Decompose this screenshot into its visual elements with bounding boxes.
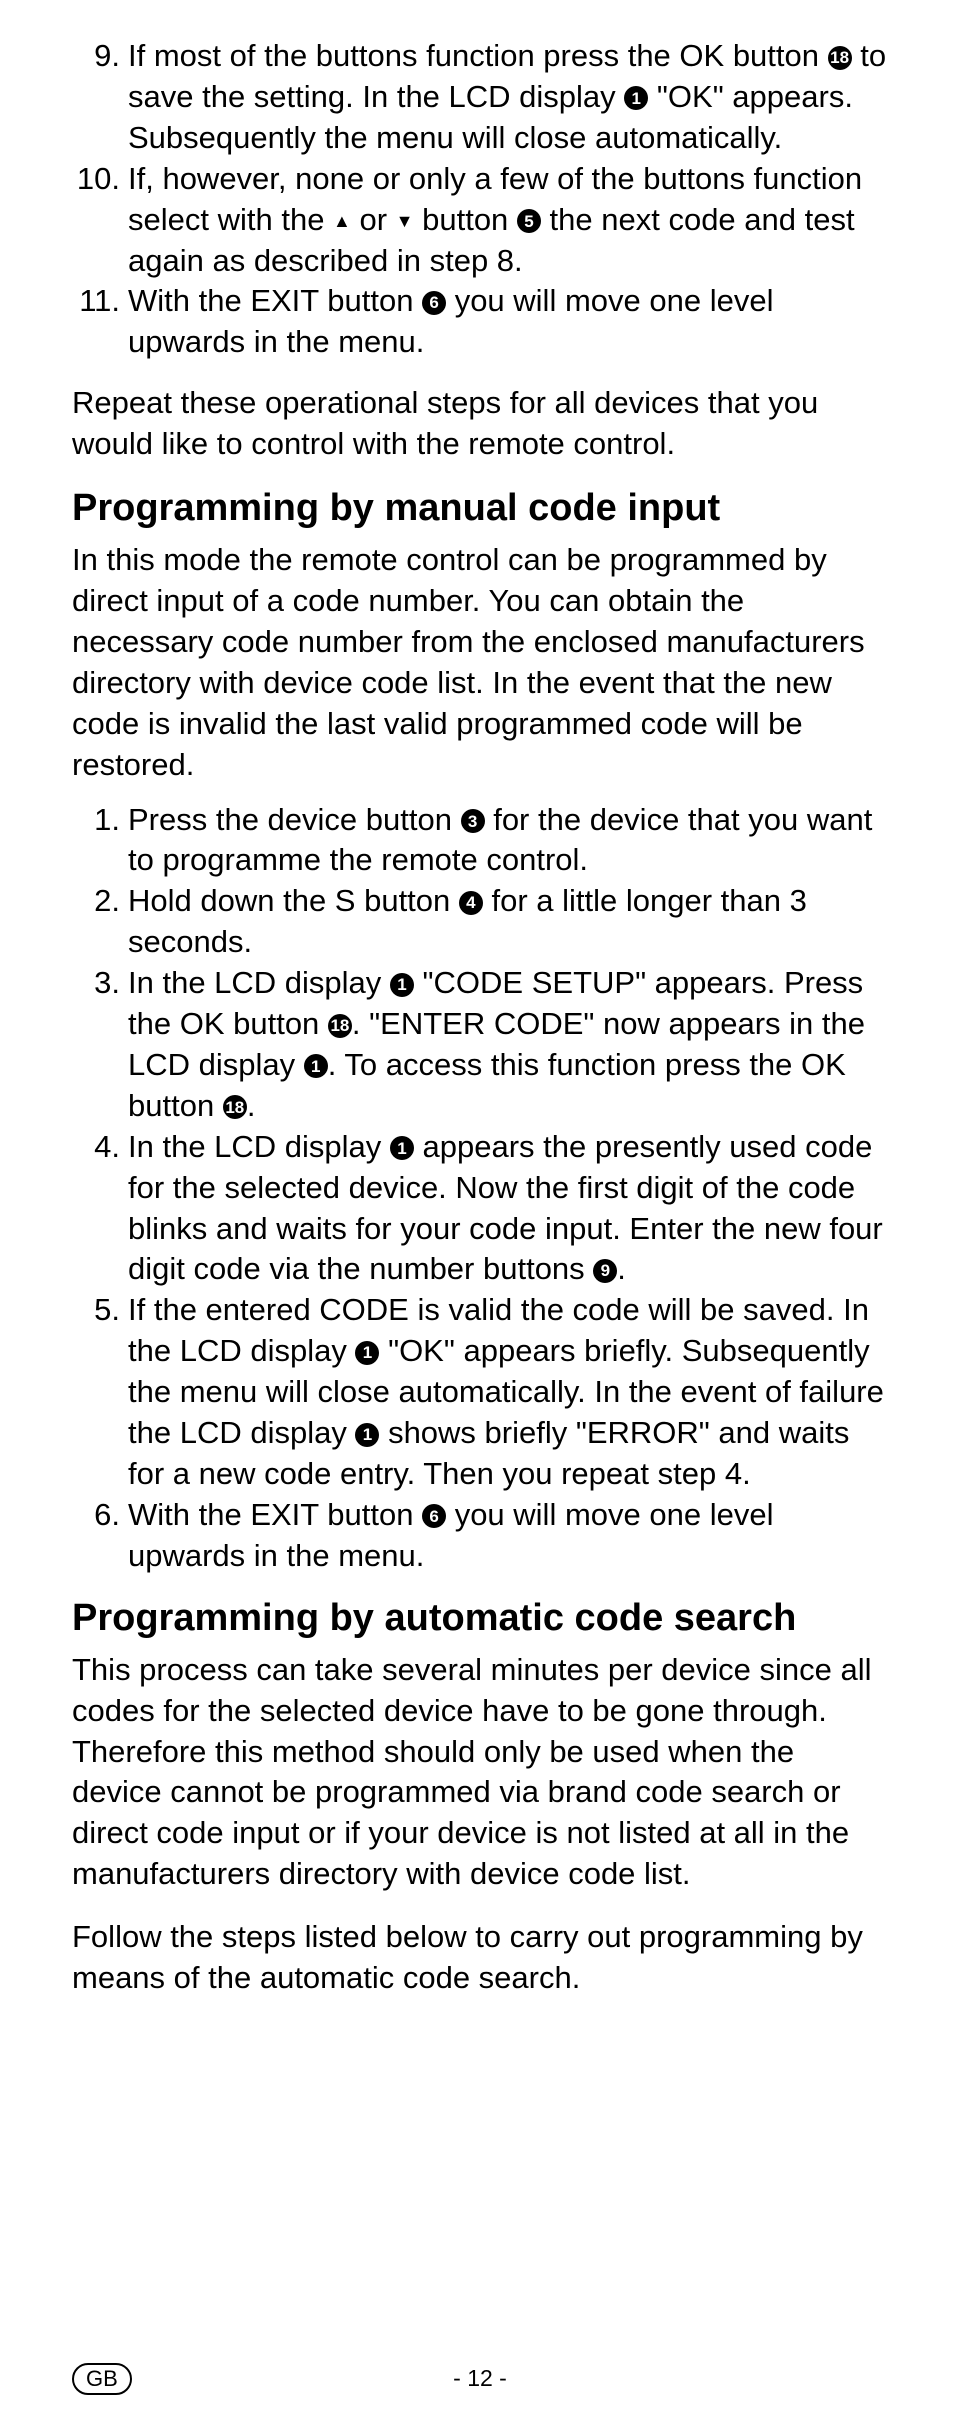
heading-auto: Programming by automatic code search [72, 1597, 888, 1640]
list-item: 6. With the EXIT button 6 you will move … [72, 1495, 888, 1577]
item-number: 6. [72, 1495, 120, 1577]
ref-num-icon: 6 [422, 291, 446, 315]
ref-num-icon: 3 [461, 809, 485, 833]
ref-num-icon: 18 [223, 1095, 247, 1119]
item-number: 5. [72, 1290, 120, 1495]
item-number: 4. [72, 1127, 120, 1291]
intro-auto: This process can take several minutes pe… [72, 1650, 888, 1895]
item-text: With the EXIT button 6 you will move one… [128, 1495, 888, 1577]
region-badge: GB [72, 2363, 132, 2395]
list-item: 3. In the LCD display 1 "CODE SETUP" app… [72, 963, 888, 1127]
page-number: - 12 - [453, 2365, 507, 2392]
ref-num-icon: 1 [355, 1423, 379, 1447]
page: 9. If most of the buttons function press… [0, 0, 960, 2436]
heading-manual: Programming by manual code input [72, 487, 888, 530]
page-footer: GB - 12 - [0, 2365, 960, 2392]
up-arrow-icon: ▲ [333, 211, 351, 231]
follow-para: Follow the steps listed below to carry o… [72, 1917, 888, 1999]
ref-num-icon: 1 [355, 1341, 379, 1365]
item-number: 3. [72, 963, 120, 1127]
list-item: 10. If, however, none or only a few of t… [72, 159, 888, 282]
item-text: Hold down the S button 4 for a little lo… [128, 881, 888, 963]
ref-num-icon: 9 [593, 1259, 617, 1283]
ref-num-icon: 1 [390, 1136, 414, 1160]
list-item: 2. Hold down the S button 4 for a little… [72, 881, 888, 963]
item-number: 1. [72, 800, 120, 882]
item-text: In the LCD display 1 appears the present… [128, 1127, 888, 1291]
list-item: 11. With the EXIT button 6 you will move… [72, 281, 888, 363]
item-text: With the EXIT button 6 you will move one… [128, 281, 888, 363]
ref-num-icon: 1 [624, 86, 648, 110]
item-text: Press the device button 3 for the device… [128, 800, 888, 882]
item-text: If, however, none or only a few of the b… [128, 159, 888, 282]
top-list: 9. If most of the buttons function press… [72, 36, 888, 363]
ref-num-icon: 4 [459, 891, 483, 915]
ref-num-icon: 1 [390, 973, 414, 997]
item-number: 10. [72, 159, 120, 282]
list-item: 4. In the LCD display 1 appears the pres… [72, 1127, 888, 1291]
ref-num-icon: 1 [304, 1054, 328, 1078]
list-item: 9. If most of the buttons function press… [72, 36, 888, 159]
intro-manual: In this mode the remote control can be p… [72, 540, 888, 785]
repeat-para: Repeat these operational steps for all d… [72, 383, 888, 465]
list-item: 1. Press the device button 3 for the dev… [72, 800, 888, 882]
down-arrow-icon: ▼ [396, 211, 414, 231]
item-text: If most of the buttons function press th… [128, 36, 888, 159]
ref-num-icon: 18 [828, 46, 852, 70]
ref-num-icon: 5 [517, 209, 541, 233]
item-text: If the entered CODE is valid the code wi… [128, 1290, 888, 1495]
item-number: 2. [72, 881, 120, 963]
ref-num-icon: 18 [328, 1014, 352, 1038]
ref-num-icon: 6 [422, 1504, 446, 1528]
item-number: 11. [72, 281, 120, 363]
item-text: In the LCD display 1 "CODE SETUP" appear… [128, 963, 888, 1127]
list-item: 5. If the entered CODE is valid the code… [72, 1290, 888, 1495]
item-number: 9. [72, 36, 120, 159]
mid-list: 1. Press the device button 3 for the dev… [72, 800, 888, 1577]
